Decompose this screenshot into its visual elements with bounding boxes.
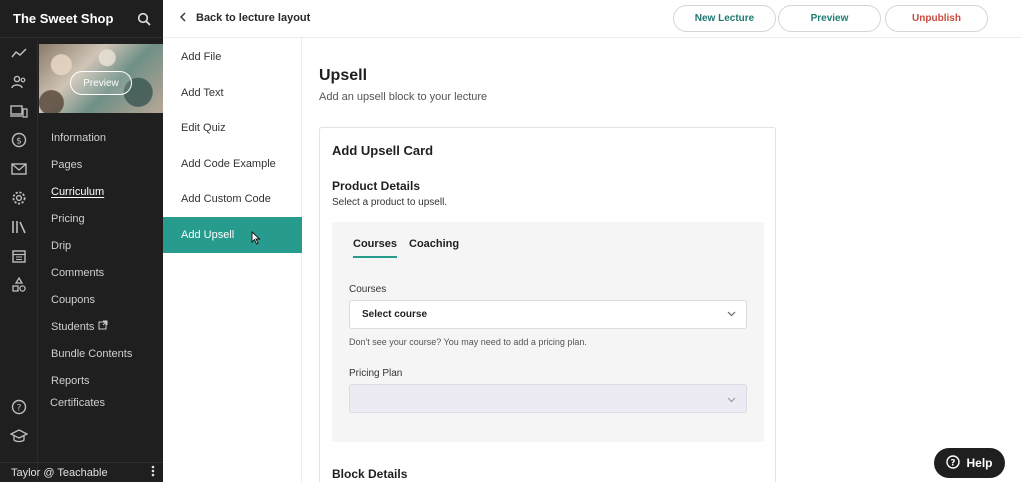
calendar-icon[interactable] [10, 247, 28, 265]
sidebar-item-curriculum[interactable]: Curriculum [51, 178, 163, 205]
help-circle-icon[interactable]: ? [10, 398, 28, 416]
help-icon: ? [946, 454, 961, 472]
course-thumbnail: Preview [39, 44, 163, 113]
sidebar-item-pricing[interactable]: Pricing [51, 205, 163, 232]
sidebar-item-coupons[interactable]: Coupons [51, 286, 163, 313]
block-details-title: Block Details [332, 467, 408, 481]
user-label: Taylor @ Teachable [11, 466, 108, 479]
svg-text:$: $ [16, 137, 22, 147]
sidebar-item-drip[interactable]: Drip [51, 232, 163, 259]
mail-icon[interactable] [10, 160, 28, 178]
upsell-card: Add Upsell Card Product Details Select a… [319, 127, 776, 482]
external-link-icon [98, 320, 108, 333]
page-title: Upsell [319, 67, 368, 84]
school-name: The Sweet Shop [13, 11, 114, 26]
svg-text:?: ? [17, 404, 22, 414]
editor-topbar: Back to lecture layout New Lecture Previ… [163, 0, 1022, 38]
product-selector-panel: Courses Coaching Courses Select course D… [332, 222, 764, 442]
user-footer[interactable]: Taylor @ Teachable [0, 462, 163, 482]
add-upsell-item[interactable]: Add Upsell [163, 217, 302, 253]
chevron-left-icon [180, 12, 186, 25]
svg-text:?: ? [951, 458, 956, 468]
users-icon[interactable] [10, 73, 28, 91]
sidebar-item-reports[interactable]: Reports [51, 367, 163, 394]
course-select[interactable]: Select course [349, 300, 747, 329]
back-label: Back to lecture layout [196, 12, 311, 24]
tab-coaching[interactable]: Coaching [409, 238, 459, 256]
add-code-example-item[interactable]: Add Code Example [163, 146, 302, 182]
sidebar-item-label: Reports [51, 374, 90, 387]
school-header: The Sweet Shop [0, 0, 163, 38]
sidebar-item-students[interactable]: Students [51, 313, 163, 340]
help-button[interactable]: ? Help [934, 448, 1005, 478]
gear-icon[interactable] [10, 189, 28, 207]
tab-courses[interactable]: Courses [353, 238, 398, 258]
back-to-lecture-layout-link[interactable]: Back to lecture layout [180, 0, 310, 36]
content-type-list: Add File Add Text Edit Quiz Add Code Exa… [163, 38, 302, 482]
sidebar-item-label: Pricing [51, 212, 85, 225]
page-subtitle: Add an upsell block to your lecture [319, 91, 488, 103]
graduation-cap-icon[interactable] [10, 427, 28, 445]
dollar-icon[interactable]: $ [10, 131, 28, 149]
chevron-down-icon [727, 390, 736, 408]
icon-rail: $ ? [0, 38, 38, 482]
edit-quiz-item[interactable]: Edit Quiz [163, 110, 302, 146]
sidebar-item-label: Coupons [51, 293, 96, 306]
more-vertical-icon[interactable] [151, 465, 155, 480]
sidebar-item-bundle-contents[interactable]: Bundle Contents [51, 340, 163, 367]
unpublish-button[interactable]: Unpublish [885, 5, 988, 32]
thumbnail-preview-button[interactable]: Preview [70, 71, 132, 95]
sidebar-item-label: Students [51, 320, 95, 333]
school-sidebar: The Sweet Shop $ ? Preview Information P… [0, 0, 163, 482]
card-title: Add Upsell Card [332, 143, 434, 158]
product-details-title: Product Details [332, 179, 421, 193]
sidebar-item-label: Bundle Contents [51, 347, 133, 360]
sidebar-item-comments[interactable]: Comments [51, 259, 163, 286]
sidebar-item-pages[interactable]: Pages [51, 151, 163, 178]
sidebar-item-label: Drip [51, 239, 72, 252]
sidebar-item-label: Information [51, 131, 107, 144]
sidebar-item-information[interactable]: Information [51, 124, 163, 151]
course-nav: Information Pages Curriculum Pricing Dri… [51, 124, 163, 394]
pricing-plan-select[interactable] [349, 384, 747, 413]
library-icon[interactable] [10, 218, 28, 236]
course-help-text: Don't see your course? You may need to a… [349, 337, 587, 347]
pricing-plan-label: Pricing Plan [349, 368, 403, 379]
preview-button[interactable]: Preview [778, 5, 881, 32]
sidebar-item-certificates[interactable]: Certificates [50, 397, 105, 409]
help-label: Help [966, 456, 993, 470]
chevron-down-icon [727, 309, 736, 320]
new-lecture-button[interactable]: New Lecture [673, 5, 776, 32]
add-file-item[interactable]: Add File [163, 39, 302, 75]
devices-icon[interactable] [10, 102, 28, 120]
courses-label: Courses [349, 284, 387, 295]
add-text-item[interactable]: Add Text [163, 75, 302, 111]
sidebar-item-label: Comments [51, 266, 105, 279]
analytics-icon[interactable] [10, 44, 28, 62]
mouse-cursor-icon [251, 230, 261, 245]
add-upsell-label: Add Upsell [181, 229, 235, 241]
shapes-icon[interactable] [10, 276, 28, 294]
search-icon[interactable] [137, 12, 151, 26]
sidebar-item-label: Pages [51, 158, 83, 171]
add-custom-code-item[interactable]: Add Custom Code [163, 181, 302, 217]
course-select-value: Select course [362, 309, 428, 320]
product-details-subtitle: Select a product to upsell. [332, 197, 448, 208]
sidebar-item-label: Curriculum [51, 185, 105, 198]
